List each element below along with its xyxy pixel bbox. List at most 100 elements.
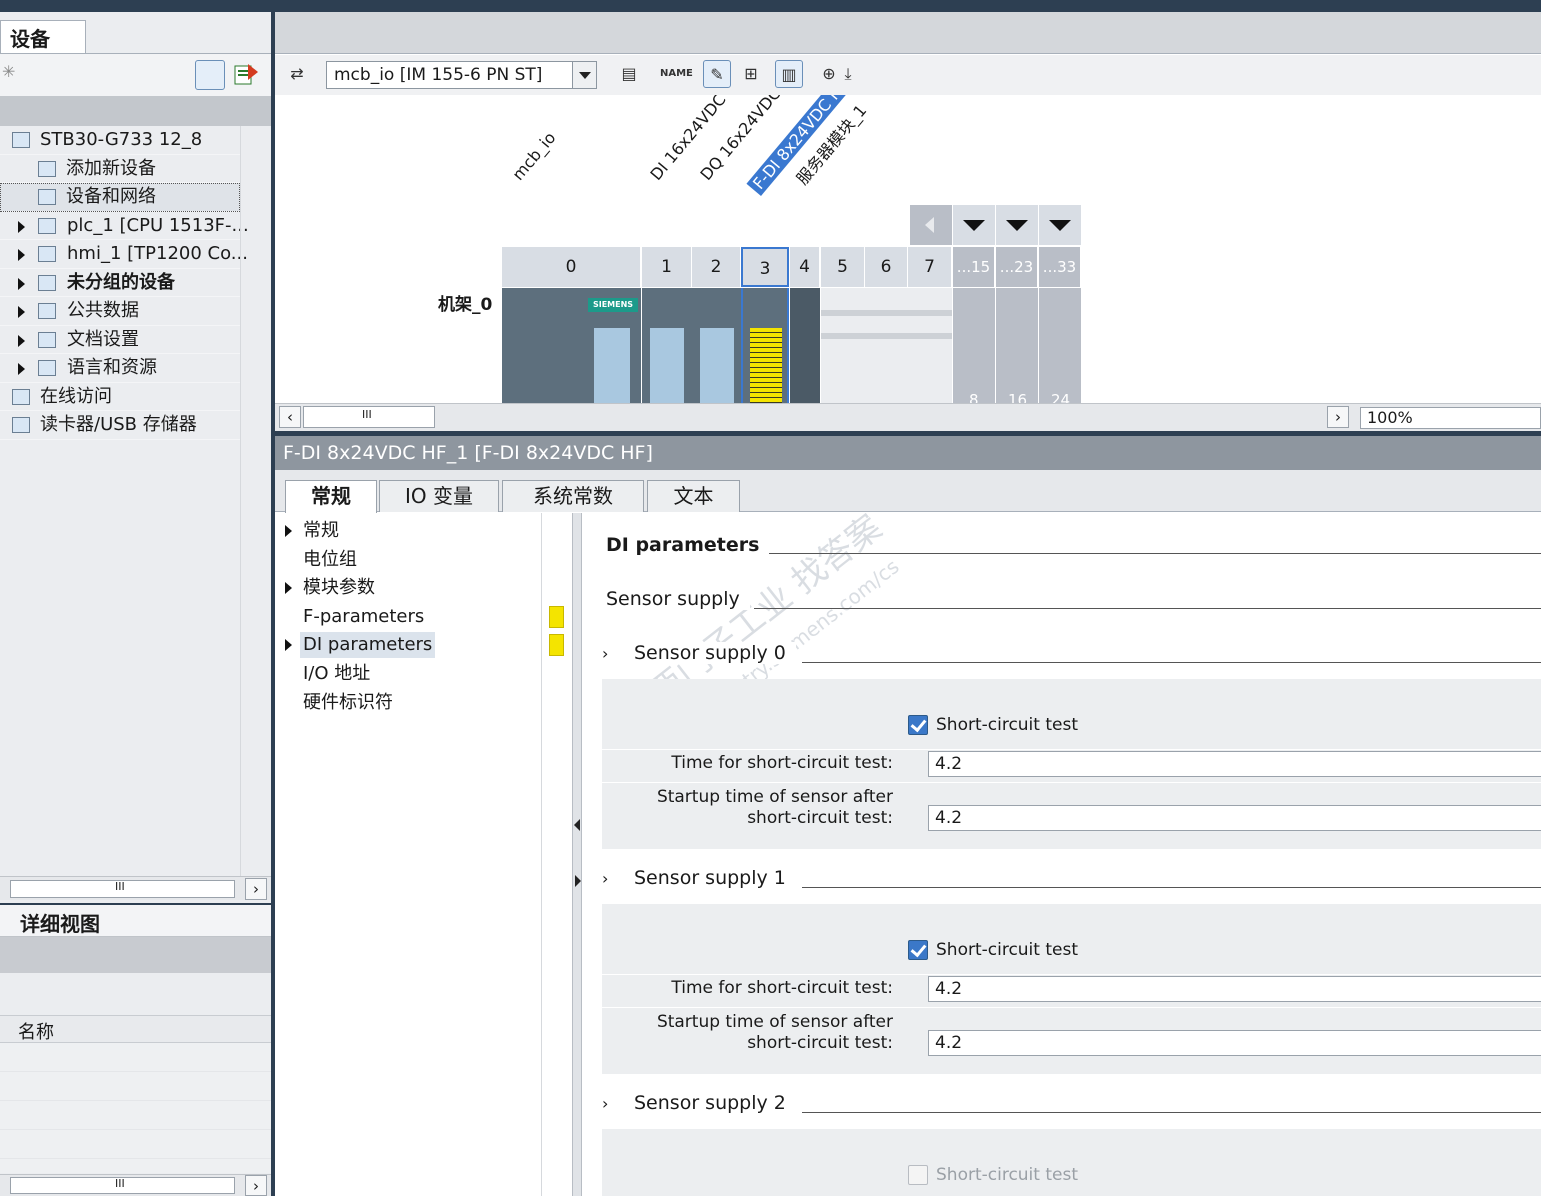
scroll-thumb[interactable]: III bbox=[10, 880, 235, 898]
nav-item[interactable]: F-parameters bbox=[275, 604, 535, 630]
canvas-horizontal-scrollbar[interactable]: ‹ III › 100% bbox=[275, 403, 1541, 431]
slot-header-ext-33[interactable]: ...33 bbox=[1039, 247, 1081, 287]
short-circuit-checkbox[interactable] bbox=[908, 715, 928, 735]
network-icon[interactable]: ⇄ bbox=[283, 60, 311, 88]
sparkle-icon[interactable]: ✳ bbox=[2, 62, 15, 81]
time-input[interactable]: 4.2 bbox=[928, 751, 1541, 777]
module-di-16[interactable] bbox=[642, 288, 692, 403]
zoom-field[interactable]: 100% bbox=[1360, 407, 1541, 429]
device-select[interactable]: mcb_io [IM 155-6 PN ST] bbox=[326, 61, 597, 89]
scroll-thumb[interactable]: III bbox=[303, 406, 435, 428]
expand-slot-button[interactable] bbox=[953, 205, 995, 245]
scroll-right-button[interactable]: › bbox=[245, 878, 267, 900]
supply-title[interactable]: Sensor supply 2 bbox=[634, 1092, 796, 1114]
expand-arrow-icon[interactable] bbox=[18, 277, 25, 290]
nav-item[interactable]: 电位组 bbox=[275, 547, 535, 573]
expand-arrow-icon[interactable] bbox=[285, 639, 292, 652]
chevron-down-icon[interactable] bbox=[572, 62, 596, 88]
tab-io-tags[interactable]: IO 变量 bbox=[379, 480, 499, 512]
expand-right-icon[interactable] bbox=[575, 875, 581, 887]
download-icon[interactable]: ⤓ bbox=[840, 60, 856, 88]
slot-header-ext-23[interactable]: ...23 bbox=[996, 247, 1038, 287]
tree-item[interactable]: plc_1 [CPU 1513F-... bbox=[0, 212, 249, 240]
slot-header-1[interactable]: 1 bbox=[642, 247, 692, 287]
tree-item[interactable]: STB30-G733 12_8 bbox=[0, 126, 240, 155]
ext-slot-column[interactable]: 8 bbox=[953, 288, 995, 403]
tree-item[interactable]: 添加新设备 bbox=[0, 155, 240, 183]
zoom-in-icon[interactable]: ⊕ bbox=[815, 60, 843, 88]
tree-item[interactable]: 读卡器/USB 存储器 bbox=[0, 411, 240, 440]
grid-icon[interactable]: ⊞ bbox=[737, 60, 765, 88]
time-input[interactable]: 4.2 bbox=[928, 976, 1541, 1002]
tree-item[interactable]: 文档设置 bbox=[0, 326, 240, 354]
tab-texts[interactable]: 文本 bbox=[647, 480, 740, 512]
tab-devices[interactable]: 设备 bbox=[0, 20, 86, 54]
tree-item[interactable]: 设备和网络 bbox=[0, 183, 240, 212]
short-circuit-checkbox[interactable] bbox=[908, 940, 928, 960]
expand-arrow-icon[interactable] bbox=[18, 334, 25, 347]
chevron-right-icon[interactable]: › bbox=[602, 1094, 608, 1113]
nav-item[interactable]: 模块参数 bbox=[275, 575, 535, 601]
supply-title[interactable]: Sensor supply 1 bbox=[634, 867, 796, 889]
tree-item[interactable]: hmi_1 [TP1200 Co... bbox=[0, 240, 248, 269]
slot-header-3[interactable]: 3 bbox=[741, 247, 789, 287]
tree-item[interactable]: 在线访问 bbox=[0, 383, 240, 411]
overview-icon[interactable] bbox=[195, 60, 225, 90]
tree-horizontal-scrollbar[interactable]: III › bbox=[0, 876, 271, 900]
short-circuit-checkbox[interactable] bbox=[908, 1165, 928, 1185]
module-server[interactable] bbox=[790, 288, 820, 403]
tab-system-constants[interactable]: 系统常数 bbox=[502, 480, 644, 512]
slot-header-7[interactable]: 7 bbox=[908, 247, 952, 287]
module-icon[interactable]: ▤ bbox=[615, 60, 643, 88]
chevron-right-icon[interactable]: › bbox=[602, 644, 608, 663]
slot-header-6[interactable]: 6 bbox=[865, 247, 908, 287]
tree-item[interactable]: 语言和资源 bbox=[0, 354, 240, 383]
supply-title[interactable]: Sensor supply 0 bbox=[634, 642, 796, 664]
expand-slot-button[interactable] bbox=[996, 205, 1038, 245]
scroll-right-button[interactable]: › bbox=[1327, 406, 1349, 428]
module-f-di-8[interactable] bbox=[741, 288, 789, 403]
ext-slot-column[interactable]: 24 bbox=[1039, 288, 1081, 403]
name-icon[interactable]: NAME bbox=[660, 60, 693, 88]
slot-header-4[interactable]: 4 bbox=[790, 247, 820, 287]
scroll-right-button[interactable]: › bbox=[245, 1175, 267, 1196]
nav-item[interactable]: 硬件标识符 bbox=[275, 690, 535, 716]
startup-time-input[interactable]: 4.2 bbox=[928, 805, 1541, 831]
chevron-right-icon[interactable]: › bbox=[602, 869, 608, 888]
nav-item[interactable]: I/O 地址 bbox=[275, 661, 535, 687]
detail-horizontal-scrollbar[interactable]: III › bbox=[0, 1174, 271, 1196]
expand-arrow-icon[interactable] bbox=[285, 525, 292, 537]
expand-slot-button[interactable] bbox=[1039, 205, 1081, 245]
scroll-thumb[interactable]: III bbox=[10, 1177, 235, 1194]
detail-column-header[interactable]: 名称 bbox=[0, 1015, 271, 1043]
slot-header-2[interactable]: 2 bbox=[692, 247, 741, 287]
tab-general[interactable]: 常规 bbox=[285, 480, 377, 513]
expand-arrow-icon[interactable] bbox=[18, 249, 25, 261]
nav-item[interactable]: 常规 bbox=[275, 518, 535, 544]
empty-slots[interactable] bbox=[821, 288, 952, 403]
slot-header-5[interactable]: 5 bbox=[821, 247, 865, 287]
tree-item[interactable]: 公共数据 bbox=[0, 297, 240, 326]
collapse-left-icon[interactable] bbox=[574, 819, 580, 831]
nav-item[interactable]: DI parameters bbox=[275, 632, 535, 659]
ext-slot-column[interactable]: 16 bbox=[996, 288, 1038, 403]
properties-splitter[interactable] bbox=[572, 513, 582, 1196]
expand-arrow-icon[interactable] bbox=[18, 363, 25, 375]
tree-item[interactable]: 未分组的设备 bbox=[0, 269, 240, 297]
slot-header-0[interactable]: 0 bbox=[502, 247, 641, 287]
slot-header-ext-15[interactable]: ...15 bbox=[953, 247, 995, 287]
export-icon[interactable] bbox=[232, 60, 262, 90]
scroll-left-button[interactable]: ‹ bbox=[279, 406, 301, 428]
device-canvas[interactable]: mcb_io DI 16x24VDC ST_ DQ 16x24VDC/0. F-… bbox=[275, 95, 1541, 403]
scroll-left-slot-button[interactable] bbox=[910, 205, 952, 245]
module-dq-16[interactable] bbox=[692, 288, 741, 403]
detail-view-header[interactable]: 详细视图 bbox=[0, 903, 271, 937]
module-mcb-io[interactable]: SIEMENS bbox=[502, 288, 641, 403]
expand-arrow-icon[interactable] bbox=[285, 582, 292, 595]
edit-icon[interactable]: ✎ bbox=[703, 60, 731, 88]
expand-arrow-icon[interactable] bbox=[18, 306, 25, 318]
nav-item-label: I/O 地址 bbox=[303, 663, 371, 684]
expand-arrow-icon[interactable] bbox=[18, 220, 25, 233]
startup-time-input[interactable]: 4.2 bbox=[928, 1030, 1541, 1056]
panel-icon[interactable]: ▥ bbox=[775, 60, 803, 88]
